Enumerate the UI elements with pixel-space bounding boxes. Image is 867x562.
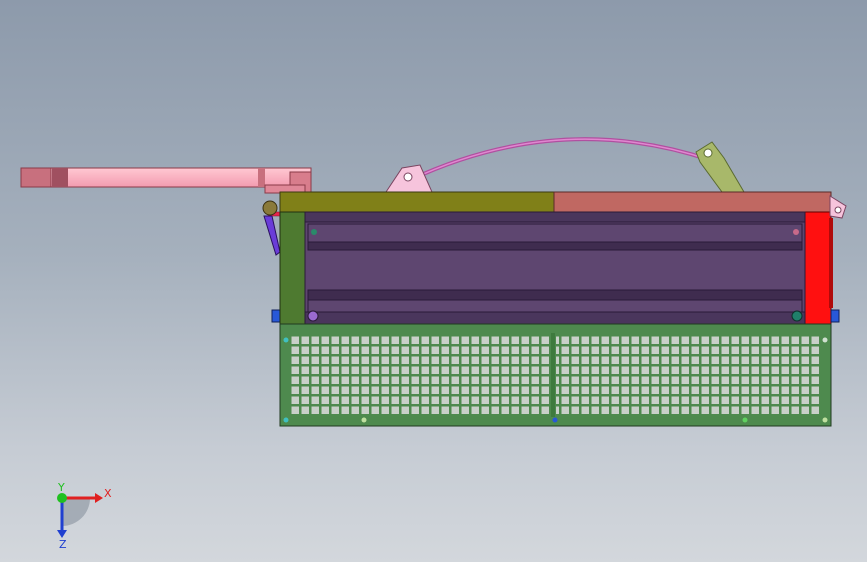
x-axis-arrow [95, 493, 103, 503]
right-post [804, 211, 832, 325]
grid-panel [279, 323, 832, 427]
arc-wire [409, 137, 711, 182]
coordinate-triad: X Y Z [57, 481, 112, 550]
y-axis-dot [57, 493, 67, 503]
3d-viewport[interactable] [0, 0, 867, 562]
top-right-plate [553, 191, 832, 213]
left-frame [279, 211, 306, 325]
left-hinge [262, 200, 281, 323]
x-axis-label: X [104, 487, 112, 500]
handle-arm[interactable] [20, 167, 312, 194]
y-axis-label: Y [57, 481, 65, 494]
pink-bracket [385, 164, 433, 193]
green-link [695, 141, 745, 193]
triad-quadrant [62, 498, 90, 526]
purple-body [304, 211, 806, 325]
right-hinge [829, 195, 847, 323]
top-left-plate [279, 191, 555, 213]
z-axis-label: Z [59, 538, 67, 550]
z-axis-arrow [57, 530, 67, 538]
